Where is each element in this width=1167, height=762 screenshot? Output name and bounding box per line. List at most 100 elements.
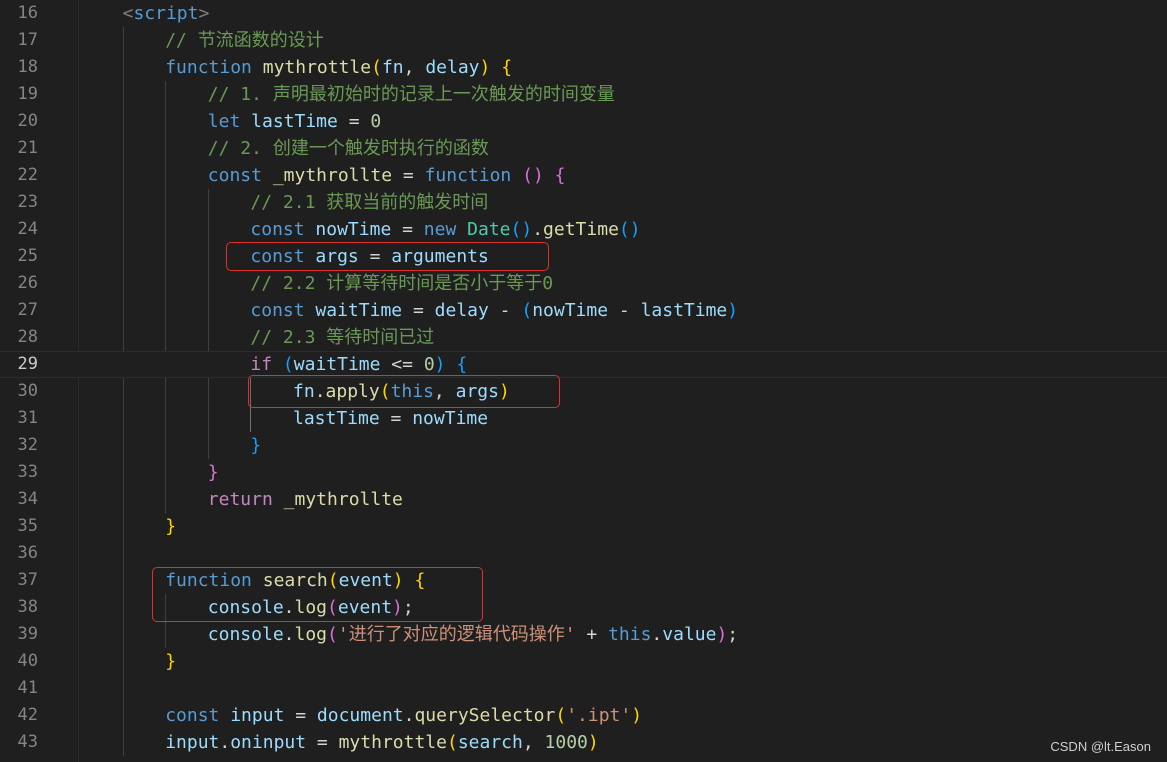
- code-line[interactable]: 40}: [0, 648, 1167, 675]
- code-line[interactable]: 23 // 2.1 获取当前的触发时间: [0, 189, 1167, 216]
- code-token: Date: [467, 219, 511, 240]
- code-text: function mythrottle(fn, delay) {: [165, 54, 512, 81]
- code-token: log: [294, 624, 328, 645]
- line-number: 40: [17, 651, 38, 671]
- code-token: input: [165, 732, 220, 753]
- code-text: lastTime = nowTime: [293, 405, 488, 432]
- code-token: ): [727, 300, 739, 321]
- watermark: CSDN @lt.Eason: [1050, 739, 1151, 754]
- line-number: 33: [17, 462, 38, 482]
- code-token: waitTime: [315, 300, 403, 321]
- line-number: 26: [17, 273, 38, 293]
- code-token: let: [207, 111, 241, 132]
- code-token: // 1. 声明最初始时的记录上一次触发的时间变量: [207, 84, 615, 105]
- code-token: const: [250, 300, 305, 321]
- line-number: 30: [17, 381, 38, 401]
- line-number: 31: [17, 408, 38, 428]
- code-line[interactable]: 25 const args = arguments: [0, 243, 1167, 270]
- code-token: lastTime: [251, 111, 338, 132]
- code-token: this: [608, 624, 652, 645]
- code-token: {: [456, 354, 468, 375]
- code-token: =: [306, 732, 339, 753]
- code-line[interactable]: 41: [0, 675, 1167, 702]
- code-line[interactable]: 21 // 2. 创建一个触发时执行的函数: [0, 135, 1167, 162]
- code-line[interactable]: 19 // 1. 声明最初始时的记录上一次触发的时间变量: [0, 81, 1167, 108]
- line-number: 22: [17, 165, 38, 185]
- code-line[interactable]: 43 input.oninput = mythrottle(search, 100…: [0, 729, 1167, 756]
- code-line[interactable]: 17 // 节流函数的设计: [0, 27, 1167, 54]
- code-text: console.log('进行了对应的逻辑代码操作' + this.value)…: [208, 621, 738, 648]
- code-line[interactable]: 32}: [0, 432, 1167, 459]
- code-token: // 2.2 计算等待时间是否小于等于0: [250, 273, 554, 294]
- code-line[interactable]: 24 const nowTime = new Date().getTime(): [0, 216, 1167, 243]
- code-token: // 2. 创建一个触发时执行的函数: [207, 138, 489, 159]
- code-token: .: [283, 624, 295, 645]
- code-text: // 2.1 获取当前的触发时间: [250, 189, 488, 216]
- code-line[interactable]: 27 const waitTime = delay - (nowTime - la…: [0, 297, 1167, 324]
- code-token: }: [207, 462, 219, 483]
- code-line[interactable]: 31 lastTime = nowTime: [0, 405, 1167, 432]
- code-token: nowTime: [412, 408, 489, 429]
- code-token: nowTime: [532, 300, 609, 321]
- code-token: +: [575, 624, 609, 645]
- code-token: if: [250, 354, 273, 375]
- line-number: 17: [17, 30, 38, 50]
- code-line[interactable]: 33}: [0, 459, 1167, 486]
- code-token: (: [446, 732, 458, 753]
- code-token: (: [282, 354, 294, 375]
- code-token: document: [316, 705, 404, 726]
- code-line[interactable]: 36: [0, 540, 1167, 567]
- code-token: lastTime: [293, 408, 380, 429]
- code-line[interactable]: 28 // 2.3 等待时间已过: [0, 324, 1167, 351]
- code-token: '进行了对应的逻辑代码操作': [337, 624, 576, 645]
- code-token: -: [608, 300, 641, 321]
- code-line[interactable]: 42 const input = document.querySelector('…: [0, 702, 1167, 729]
- code-line[interactable]: 16 <script>: [0, 0, 1167, 27]
- code-text: // 1. 声明最初始时的记录上一次触发的时间变量: [208, 81, 615, 108]
- code-token: (: [521, 300, 533, 321]
- code-token: (): [618, 219, 641, 240]
- code-line[interactable]: 26 // 2.2 计算等待时间是否小于等于0: [0, 270, 1167, 297]
- line-number: 27: [17, 300, 38, 320]
- code-token: ): [631, 705, 643, 726]
- code-token: querySelector: [414, 705, 556, 726]
- code-token: waitTime: [293, 354, 381, 375]
- code-token: ,: [403, 57, 426, 78]
- code-token: }: [165, 651, 177, 672]
- code-token: const: [165, 705, 220, 726]
- code-line[interactable]: 22 const _mythrollte = function () {: [0, 162, 1167, 189]
- code-token: ): [587, 732, 599, 753]
- code-text: let lastTime = 0: [208, 108, 381, 135]
- code-token: .: [219, 732, 231, 753]
- code-token: lastTime: [640, 300, 728, 321]
- code-token: (: [327, 624, 338, 645]
- code-text: const waitTime = delay - (nowTime - last…: [250, 297, 738, 324]
- code-token: // 2.1 获取当前的触发时间: [250, 192, 489, 213]
- code-token: delay: [434, 300, 489, 321]
- code-line[interactable]: 34 return _mythrollte: [0, 486, 1167, 513]
- code-line[interactable]: 18 function mythrottle(fn, delay) {: [0, 54, 1167, 81]
- code-line[interactable]: 39 console.log('进行了对应的逻辑代码操作' + this.valu…: [0, 621, 1167, 648]
- code-text: const _mythrollte = function () {: [208, 162, 566, 189]
- code-token: return: [207, 489, 273, 510]
- line-number: 16: [17, 3, 38, 23]
- code-token: // 节流函数的设计: [165, 30, 324, 51]
- code-text: if (waitTime <= 0) {: [250, 351, 467, 378]
- code-token: search: [457, 732, 523, 753]
- code-text: const nowTime = new Date().getTime(): [250, 216, 640, 243]
- code-text: }: [165, 513, 176, 540]
- code-text: }: [165, 648, 176, 675]
- code-line[interactable]: 20 let lastTime = 0: [0, 108, 1167, 135]
- code-line[interactable]: 35}: [0, 513, 1167, 540]
- code-line[interactable]: 29 if (waitTime <= 0) {: [0, 351, 1167, 378]
- code-editor[interactable]: 16 <script> 17 // 节流函数的设计 18 function mythrot…: [0, 0, 1167, 762]
- line-number: 18: [17, 57, 38, 77]
- code-token: .: [403, 705, 415, 726]
- code-text: }: [250, 432, 261, 459]
- code-line[interactable]: 30 fn.apply(this, args): [0, 378, 1167, 405]
- code-token: 0: [423, 354, 435, 375]
